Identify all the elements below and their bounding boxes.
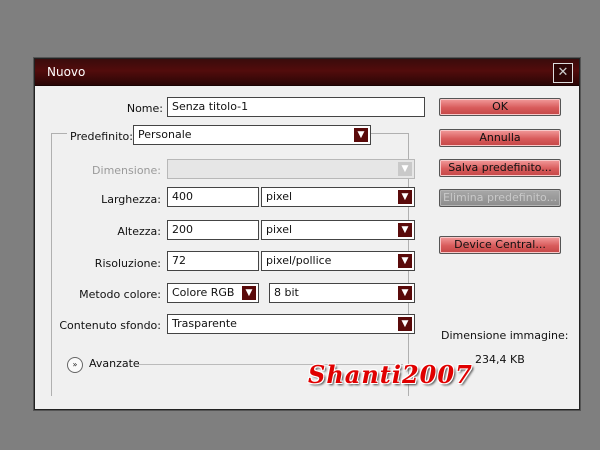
- save-preset-button[interactable]: Salva predefinito...: [439, 159, 561, 177]
- chevron-down-icon: ▼: [398, 223, 412, 237]
- advanced-toggle[interactable]: »: [67, 357, 83, 373]
- resolution-input[interactable]: 72: [167, 251, 259, 271]
- double-chevron-down-icon: »: [72, 360, 78, 369]
- chevron-down-icon: ▼: [354, 128, 368, 142]
- chevron-down-icon: ▼: [242, 286, 256, 300]
- chevron-down-icon: ▼: [398, 162, 412, 176]
- height-input[interactable]: 200: [167, 220, 259, 240]
- background-select[interactable]: Trasparente ▼: [167, 314, 415, 334]
- cancel-button[interactable]: Annulla: [439, 129, 561, 147]
- resolution-label: Risoluzione:: [94, 257, 161, 270]
- chevron-down-icon: ▼: [398, 190, 412, 204]
- height-unit-value: pixel: [266, 223, 293, 236]
- delete-preset-button[interactable]: Elimina predefinito...: [439, 189, 561, 207]
- new-document-dialog: Nuovo ✕ Nome: Senza titolo-1 Predefinito…: [34, 58, 580, 410]
- height-label: Altezza:: [117, 225, 161, 238]
- shanti-watermark: Shanti2007: [308, 360, 473, 389]
- advanced-label[interactable]: Avanzate: [89, 357, 140, 370]
- size-label: Dimensione:: [92, 164, 161, 177]
- height-unit-select[interactable]: pixel ▼: [261, 220, 415, 240]
- close-icon: ✕: [557, 65, 569, 80]
- width-unit-value: pixel: [266, 190, 293, 203]
- bit-depth-select[interactable]: 8 bit ▼: [269, 283, 415, 303]
- width-unit-select[interactable]: pixel ▼: [261, 187, 415, 207]
- width-input[interactable]: 400: [167, 187, 259, 207]
- width-label: Larghezza:: [101, 193, 161, 206]
- resolution-unit-select[interactable]: pixel/pollice ▼: [261, 251, 415, 271]
- image-size-label: Dimensione immagine:: [441, 329, 569, 342]
- preset-select[interactable]: Personale ▼: [133, 125, 371, 145]
- preset-value: Personale: [138, 128, 192, 141]
- ok-button[interactable]: OK: [439, 98, 561, 116]
- color-mode-label: Metodo colore:: [79, 288, 161, 301]
- background-value: Trasparente: [172, 317, 237, 330]
- chevron-down-icon: ▼: [398, 254, 412, 268]
- device-central-button[interactable]: Device Central...: [439, 236, 561, 254]
- chevron-down-icon: ▼: [398, 286, 412, 300]
- name-input[interactable]: Senza titolo-1: [167, 97, 425, 117]
- dialog-titlebar: Nuovo ✕: [35, 59, 579, 86]
- preset-label: Predefinito:: [67, 130, 136, 143]
- chevron-down-icon: ▼: [398, 317, 412, 331]
- dialog-title: Nuovo: [47, 65, 86, 79]
- name-label: Nome:: [126, 102, 163, 115]
- color-mode-select[interactable]: Colore RGB ▼: [167, 283, 259, 303]
- close-button[interactable]: ✕: [553, 63, 573, 83]
- size-select[interactable]: ▼: [167, 159, 415, 179]
- bit-depth-value: 8 bit: [274, 286, 299, 299]
- background-label: Contenuto sfondo:: [59, 319, 161, 332]
- resolution-unit-value: pixel/pollice: [266, 254, 332, 267]
- image-size-value: 234,4 KB: [475, 353, 525, 366]
